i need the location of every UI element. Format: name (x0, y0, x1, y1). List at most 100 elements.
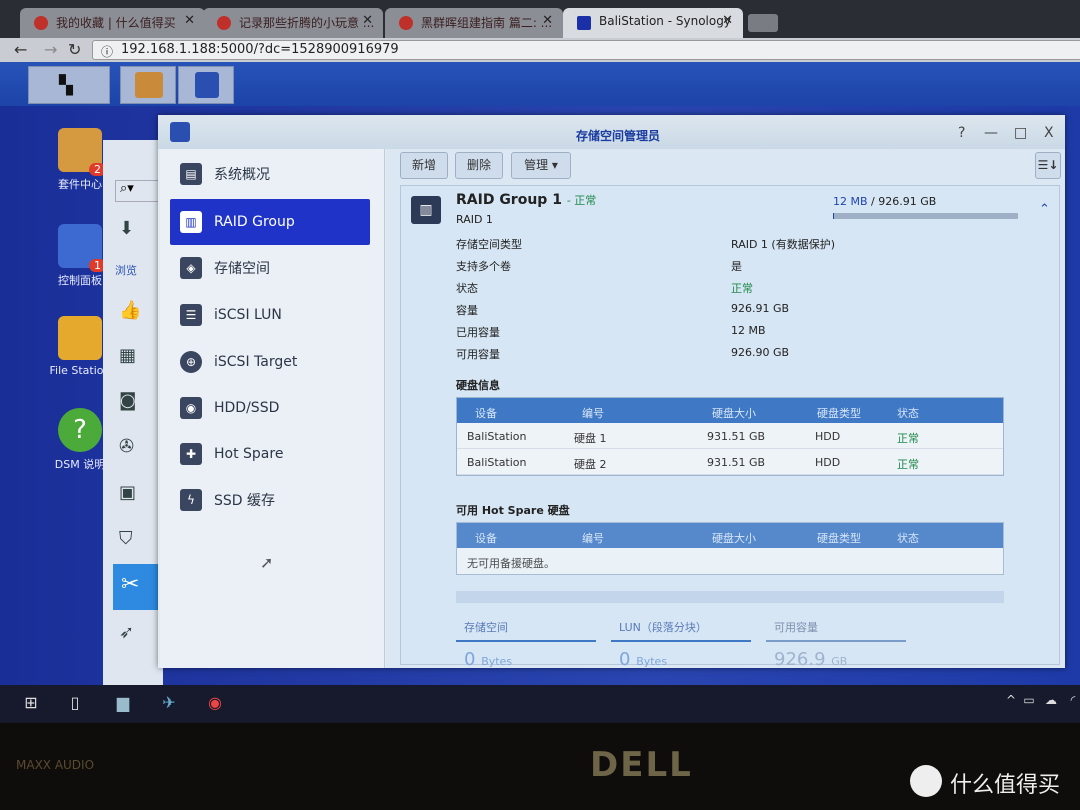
task-view-icon[interactable]: ▯ (64, 693, 86, 715)
watermark-logo-icon (910, 765, 942, 797)
grid-icon[interactable]: ▦ (119, 345, 143, 367)
add-button[interactable]: 新增 (400, 152, 448, 179)
url-input[interactable]: ⓘ 192.168.1.188:5000/?dc=1528900916979 (92, 40, 1080, 60)
back-icon[interactable]: ← (14, 40, 27, 59)
minimize-button[interactable]: — (984, 125, 998, 141)
shield-icon[interactable]: ⛉ (119, 528, 143, 550)
sidebar-item-ssd-cache[interactable]: ϟ SSD 缓存 (170, 477, 370, 523)
watermark: 什么值得买 (950, 773, 1061, 798)
grid-icon: ▚ (59, 75, 73, 96)
property-label: 存储空间类型 (456, 238, 522, 251)
wifi-icon[interactable]: ◜ (1062, 693, 1080, 715)
raid-name: RAID Group 1 - 正常 (456, 192, 597, 208)
property-label: 已用容量 (456, 326, 500, 339)
battery-icon[interactable]: ▭ (1018, 693, 1040, 715)
dsm-favicon-icon (577, 16, 591, 30)
usage-bar-fill (833, 213, 834, 219)
sidebar-item-volume[interactable]: ◈ 存储空间 (170, 245, 370, 291)
dsm-taskbar: ▚ (0, 62, 1080, 106)
database-icon: ☰ (180, 304, 202, 326)
summary-tab-available[interactable]: 可用容量 (766, 614, 906, 642)
backup-icon[interactable]: ◙ (119, 390, 143, 412)
new-tab-button[interactable] (748, 14, 778, 32)
close-tab-icon[interactable]: ✕ (722, 13, 733, 28)
property-value: 是 (731, 260, 742, 273)
sidebar-item-hdd-ssd[interactable]: ◉ HDD/SSD (170, 385, 370, 431)
multimedia-icon[interactable]: ✇ (119, 436, 143, 458)
globe-icon: ⊕ (180, 351, 202, 373)
dell-logo: DELL (590, 745, 693, 785)
package-icon (135, 72, 163, 98)
browser-tab-active[interactable]: BaliStation - Synology ✕ (563, 8, 743, 38)
rocket-icon[interactable]: ➶ (119, 622, 143, 644)
thumbs-up-icon[interactable]: 👍 (119, 300, 143, 322)
chrome-icon[interactable]: ◉ (204, 693, 226, 715)
storage-manager-task[interactable] (178, 66, 234, 104)
windows-taskbar: ⊞ ▯ ▆ ✈ ◉ ^ ▭ ☁ ◜ (0, 685, 1080, 723)
app-icon[interactable]: ✈ (158, 693, 180, 715)
sidebar-item-raid-group[interactable]: ▥ RAID Group (170, 199, 370, 245)
manage-dropdown[interactable]: 管理 ▾ (511, 152, 571, 179)
summary-value: 0 Bytes (619, 649, 668, 670)
storage-manager-window: 存储空间管理员 ? — □ X ▤ 系统概况 ▥ RAID Group ◈ 存储空间 … (158, 115, 1065, 670)
utilities-icon[interactable]: ✂ (113, 564, 163, 610)
windows-start-icon[interactable]: ⊞ (20, 693, 42, 715)
reload-icon[interactable]: ↻ (68, 40, 81, 59)
property-label: 支持多个卷 (456, 260, 511, 273)
briefcase-icon[interactable]: ▣ (119, 482, 143, 504)
raid-group-panel: ▥ RAID Group 1 - 正常 RAID 1 12 MB / 926.9… (400, 185, 1060, 670)
sidebar-item-iscsi-lun[interactable]: ☰ iSCSI LUN (170, 292, 370, 338)
sidebar-item-overview[interactable]: ▤ 系统概况 (170, 151, 370, 197)
cloud-icon[interactable]: ☁ (1040, 693, 1062, 715)
browser-tab-bar: 我的收藏 | 什么值得买 ✕ 记录那些折腾的小玩意 ... ✕ 黑群晖组建指南 篇二… (0, 0, 1080, 38)
close-tab-icon[interactable]: ✕ (542, 13, 553, 28)
favicon-icon (399, 16, 413, 30)
help-icon: ? (58, 408, 102, 452)
close-tab-icon[interactable]: ✕ (362, 13, 373, 28)
collapse-icon[interactable]: ⌃ (1039, 202, 1050, 217)
storage-manager-icon (170, 122, 190, 142)
table-row[interactable]: BaliStation 硬盘 2 931.51 GB HDD 正常 (457, 449, 1003, 475)
overview-icon: ▤ (180, 163, 202, 185)
search-icon[interactable]: ⌕▾ (115, 180, 160, 202)
sidebar-item-hot-spare[interactable]: ✚ Hot Spare (170, 431, 370, 477)
delete-button[interactable]: 删除 (455, 152, 503, 179)
sort-icon[interactable]: ☰↓ (1035, 152, 1061, 179)
browser-tab[interactable]: 我的收藏 | 什么值得买 ✕ (20, 8, 205, 38)
laptop-bezel: MAXX AUDIO DELL 什么值得买 (0, 723, 1080, 810)
close-button[interactable]: X (1044, 125, 1054, 141)
table-header: 设备 编号 硬盘大小 硬盘类型 状态 (457, 398, 1003, 423)
table-row[interactable]: BaliStation 硬盘 1 931.51 GB HDD 正常 (457, 423, 1003, 449)
property-value: 12 MB (731, 324, 766, 337)
flash-disk-icon: ϟ (180, 489, 202, 511)
package-center-task[interactable] (120, 66, 176, 104)
help-button[interactable]: ? (958, 125, 965, 141)
browser-tab[interactable]: 黑群晖组建指南 篇二: ... ✕ (385, 8, 563, 38)
main-menu-button[interactable]: ▚ (28, 66, 110, 104)
maximize-button[interactable]: □ (1014, 125, 1027, 141)
property-label: 可用容量 (456, 348, 500, 361)
property-value: 926.90 GB (731, 346, 790, 359)
forward-icon[interactable]: → (44, 40, 57, 59)
sidebar-item-iscsi-target[interactable]: ⊕ iSCSI Target (170, 339, 370, 385)
property-value: 正常 (731, 282, 753, 295)
summary-tab-volume[interactable]: 存储空间 (456, 614, 596, 642)
disk-table: 设备 编号 硬盘大小 硬盘类型 状态 BaliStation 硬盘 1 931.51 G… (456, 397, 1004, 476)
download-icon[interactable]: ⬇ (119, 218, 143, 240)
info-icon: ⓘ (101, 45, 114, 59)
sidebar: ▤ 系统概况 ▥ RAID Group ◈ 存储空间 ☰ iSCSI LUN ⊕ iSCS… (160, 149, 385, 668)
close-tab-icon[interactable]: ✕ (184, 13, 195, 28)
browser-tab[interactable]: 记录那些折腾的小玩意 ... ✕ (203, 8, 383, 38)
package-center-window: ⌕▾ ⬇ 浏览 👍 ▦ ◙ ✇ ▣ ⛉ ✂ ➶ (103, 140, 163, 685)
hot-spare-table: 设备 编号 硬盘大小 硬盘类型 状态 无可用备援硬盘。 (456, 522, 1004, 575)
storage-icon (195, 72, 219, 98)
window-title-bar[interactable]: 存储空间管理员 ? — □ X (158, 115, 1065, 149)
mouse-cursor-icon: ➚ (260, 553, 274, 572)
property-value: RAID 1 (有数据保护) (731, 238, 836, 251)
address-bar-row: ← → ↻ ⓘ 192.168.1.188:5000/?dc=1528900916… (0, 38, 1080, 62)
file-explorer-icon[interactable]: ▆ (112, 693, 134, 715)
summary-tab-lun[interactable]: LUN（段落分块） (611, 614, 751, 642)
cubes-icon: ◈ (180, 257, 202, 279)
favicon-icon (34, 16, 48, 30)
usage-bar (833, 213, 1018, 219)
